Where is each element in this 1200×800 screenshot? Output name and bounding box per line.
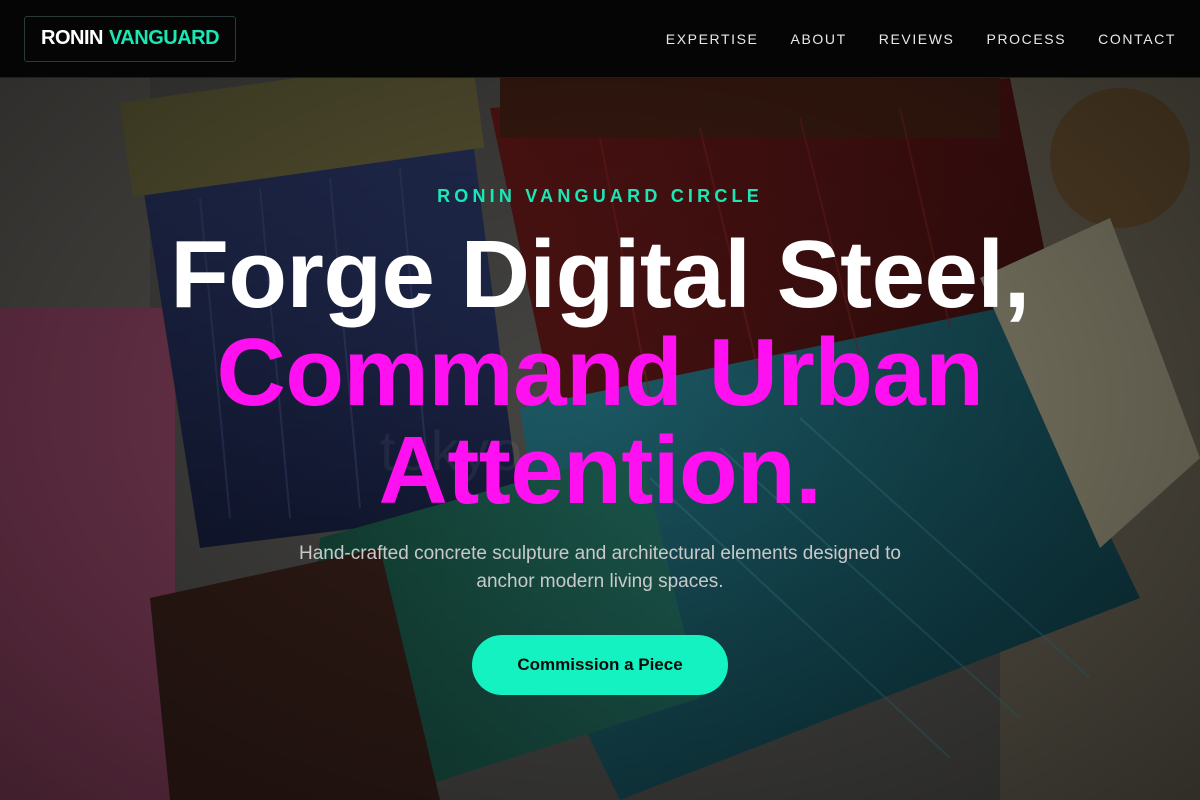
headline-line-2: Command Urban Attention.	[216, 319, 984, 524]
nav-process[interactable]: PROCESS	[987, 31, 1067, 47]
hero-eyebrow: RONIN VANGUARD CIRCLE	[437, 186, 763, 206]
hero-subtext: Hand-crafted concrete sculpture and arch…	[298, 543, 901, 592]
nav-expertise[interactable]: EXPERTISE	[666, 31, 759, 47]
nav-reviews[interactable]: REVIEWS	[879, 31, 955, 47]
brand-word-2: VANGUARD	[108, 27, 220, 49]
brand-logo[interactable]: RONIN VANGUARD	[24, 15, 237, 62]
nav-contact[interactable]: CONTACT	[1098, 31, 1176, 47]
nav-about[interactable]: ABOUT	[791, 31, 847, 47]
commission-button[interactable]: Commission a Piece	[472, 635, 728, 695]
main-nav: EXPERTISE ABOUT REVIEWS PROCESS CONTACT	[666, 31, 1176, 47]
headline-line-1: Forge Digital Steel,	[170, 221, 1030, 328]
hero-headline: Forge Digital Steel, Command Urban Atten…	[0, 226, 1200, 520]
hero-content: RONIN VANGUARD CIRCLE Forge Digital Stee…	[0, 78, 1200, 800]
hero-section: tokyo RONIN VANGUARD CIRCLE Forge Digita…	[0, 78, 1200, 800]
site-header: RONIN VANGUARD EXPERTISE ABOUT REVIEWS P…	[0, 0, 1200, 78]
brand-word-1: RONIN	[41, 27, 103, 49]
